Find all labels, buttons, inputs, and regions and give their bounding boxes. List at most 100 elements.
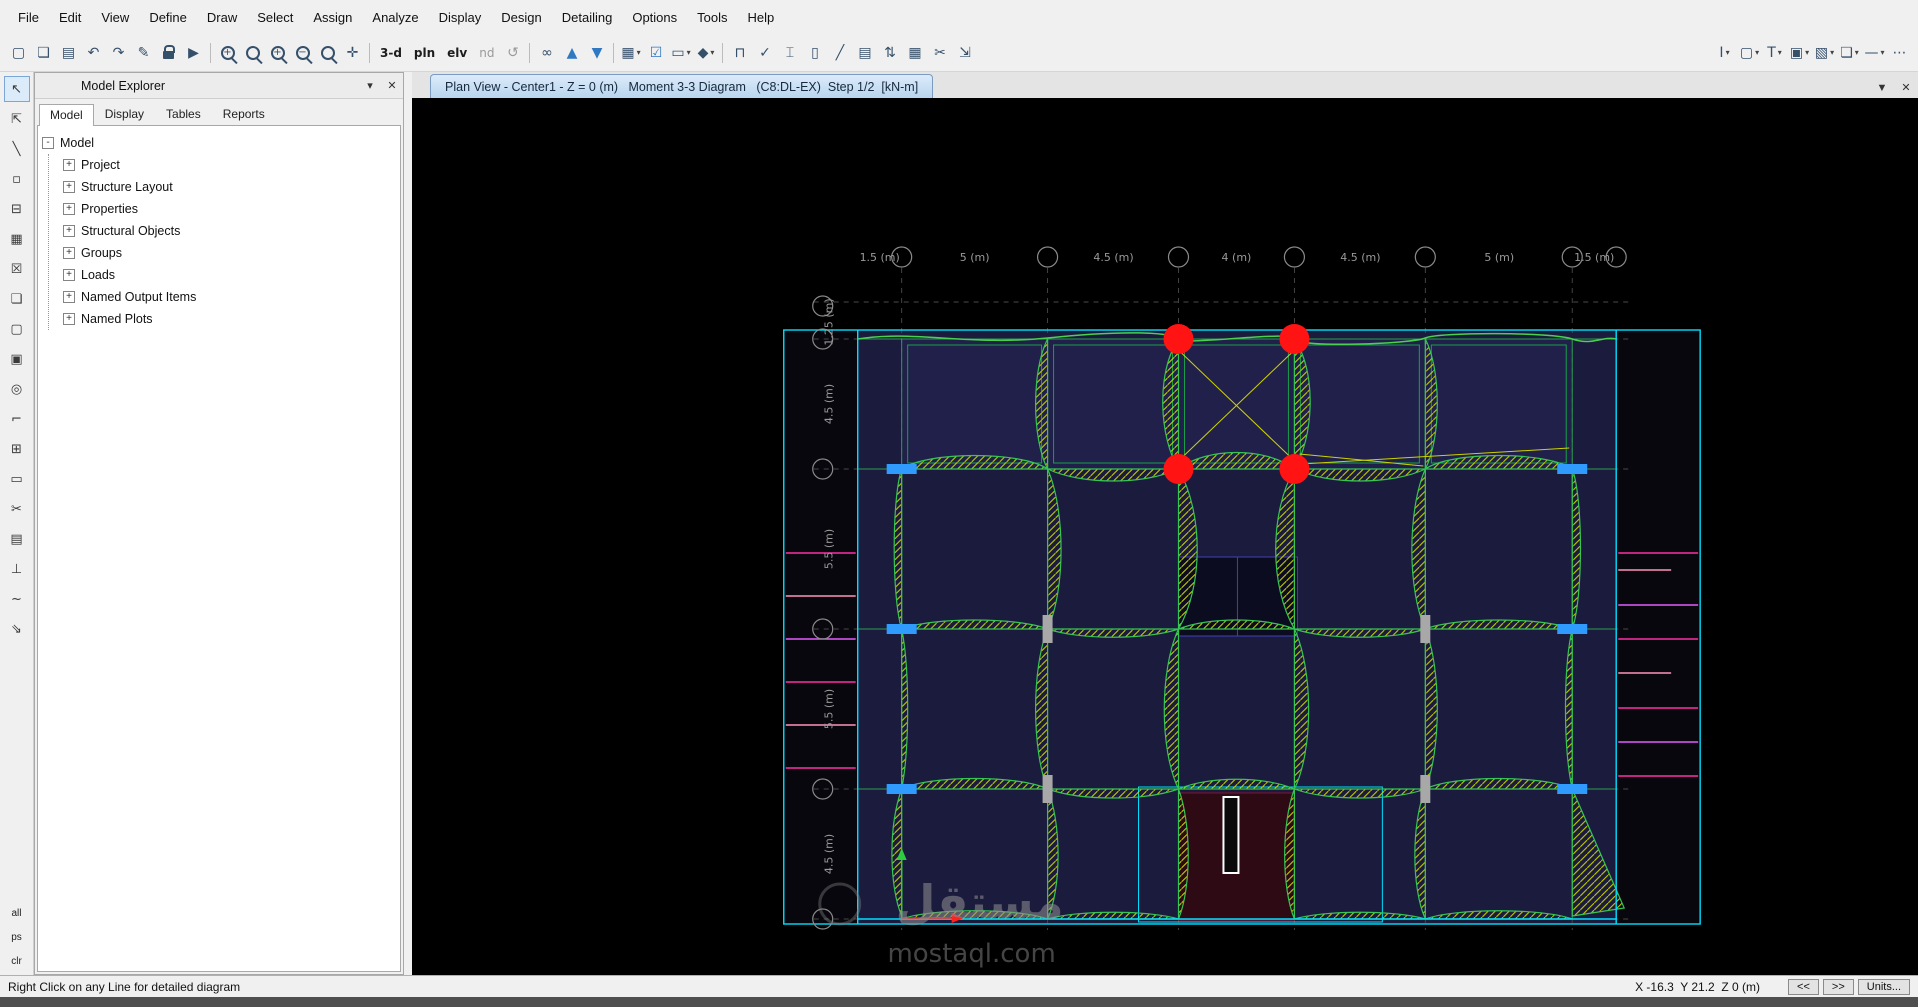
check-model-button[interactable]: ✓ (752, 40, 777, 66)
joint-marker[interactable] (1163, 454, 1194, 484)
cut-section-button[interactable]: ✂ (927, 40, 952, 66)
draw-wall-button[interactable]: ▭ (4, 466, 30, 492)
select-pointer-button[interactable]: ↖ (3, 76, 30, 102)
view-elevation-button[interactable]: elv (441, 40, 473, 66)
quick-draw-area-button[interactable]: ▣ (4, 346, 30, 372)
draw-portal-button[interactable]: ⊓ (727, 40, 752, 66)
menu-display[interactable]: Display (429, 6, 492, 29)
draw-joint-button[interactable]: ▫ (4, 166, 30, 192)
object-display-dropdown[interactable]: ▢ ▾ (1737, 40, 1762, 66)
expand-icon[interactable]: + (63, 225, 75, 237)
move-down-story-button[interactable]: ▼ (584, 40, 609, 66)
view-close-button[interactable]: ✕ (1894, 81, 1918, 94)
tree-node-structural-objects[interactable]: + Structural Objects (63, 220, 396, 242)
snap-curve-button[interactable]: ~ (4, 586, 30, 612)
draw-rect-area-button[interactable]: ▢ (4, 316, 30, 342)
zoom-in-button[interactable]: + (265, 40, 290, 66)
expand-icon[interactable]: + (63, 269, 75, 281)
select-all-button[interactable]: all (4, 903, 30, 923)
expand-icon[interactable]: + (63, 203, 75, 215)
menu-edit[interactable]: Edit (49, 6, 91, 29)
tree-node-named-plots[interactable]: + Named Plots (63, 308, 396, 330)
menu-assign[interactable]: Assign (303, 6, 362, 29)
line-style-dropdown[interactable]: — ▾ (1862, 40, 1887, 66)
expand-icon[interactable]: + (63, 313, 75, 325)
clear-display-button[interactable]: ☒ (4, 256, 30, 282)
tree-node-properties[interactable]: + Properties (63, 198, 396, 220)
joint-marker[interactable] (1279, 324, 1310, 354)
tab-model[interactable]: Model (39, 104, 94, 126)
draw-brace-button[interactable]: ╱ (827, 40, 852, 66)
model-canvas[interactable]: 1.5 (m) 5 (m) 4.5 (m) 4 (m) 4.5 (m) 5 (m… (412, 98, 1918, 975)
units-button[interactable]: Units... (1857, 978, 1910, 995)
menu-detailing[interactable]: Detailing (552, 6, 623, 29)
hatch-display-dropdown[interactable]: ▧ ▾ (1812, 40, 1837, 66)
run-analysis-button[interactable]: ▶ (181, 40, 206, 66)
clear-selection-button[interactable]: clr (4, 951, 30, 971)
shell-assign-dropdown[interactable]: ◆ ▾ (693, 40, 718, 66)
more-options-button[interactable]: ⋯ (1887, 40, 1912, 66)
plan-view-tab[interactable]: Plan View - Center1 - Z = 0 (m) Moment 3… (430, 74, 934, 98)
frame-display-dropdown[interactable]: ❏ ▾ (1837, 40, 1862, 66)
show-selection-button[interactable]: ☑ (643, 40, 668, 66)
panel-close-button[interactable]: ✕ (381, 79, 403, 92)
zoom-out-button[interactable]: − (290, 40, 315, 66)
frame-assign-dropdown[interactable]: ▭ ▾ (668, 40, 693, 66)
snap-corner-button[interactable]: ⌐ (4, 406, 30, 432)
menu-analyze[interactable]: Analyze (362, 6, 428, 29)
swap-updown-button[interactable]: ⇅ (877, 40, 902, 66)
menu-define[interactable]: Define (139, 6, 197, 29)
snap-target-button[interactable]: ◎ (4, 376, 30, 402)
menu-help[interactable]: Help (738, 6, 785, 29)
view-3d-button[interactable]: 3-d (374, 40, 408, 66)
next-step-button[interactable]: >> (1822, 978, 1854, 995)
joint-marker[interactable] (1163, 324, 1194, 354)
view-options-button[interactable]: ∞ (534, 40, 559, 66)
redo-button[interactable]: ↷ (106, 40, 131, 66)
divide-object-button[interactable]: ✂ (4, 496, 30, 522)
expand-icon[interactable]: + (63, 291, 75, 303)
fill-display-dropdown[interactable]: ▣ ▾ (1787, 40, 1812, 66)
draw-area-button[interactable]: ❏ (4, 286, 30, 312)
restore-full-view-button[interactable] (240, 40, 265, 66)
move-up-story-button[interactable]: ▲ (559, 40, 584, 66)
save-model-button[interactable]: ▤ (56, 40, 81, 66)
menu-tools[interactable]: Tools (687, 6, 737, 29)
menu-options[interactable]: Options (622, 6, 687, 29)
draw-column-button[interactable]: ▯ (802, 40, 827, 66)
menu-view[interactable]: View (91, 6, 139, 29)
edit-button[interactable]: ✎ (131, 40, 156, 66)
show-grid-table-button[interactable]: ▤ (4, 526, 30, 552)
label-options-dropdown[interactable]: T ▾ (1762, 40, 1787, 66)
lock-model-button[interactable] (156, 40, 181, 66)
tree-node-loads[interactable]: + Loads (63, 264, 396, 286)
tree-node-named-output-items[interactable]: + Named Output Items (63, 286, 396, 308)
previous-step-button[interactable]: << (1788, 978, 1819, 995)
previous-selection-button[interactable]: ps (4, 927, 30, 947)
menu-draw[interactable]: Draw (197, 6, 247, 29)
expand-icon[interactable]: + (63, 159, 75, 171)
tree-node-groups[interactable]: + Groups (63, 242, 396, 264)
mesh-options-button[interactable]: ▦ (902, 40, 927, 66)
snap-slope-button[interactable]: ⇘ (4, 616, 30, 642)
tree-node-project[interactable]: + Project (63, 154, 396, 176)
view-list-dropdown-button[interactable]: ▼ (1870, 82, 1894, 94)
stack-view-button[interactable]: ▤ (852, 40, 877, 66)
panel-dropdown-button[interactable]: ▾ (359, 79, 381, 92)
tree-node-structure-layout[interactable]: + Structure Layout (63, 176, 396, 198)
view-plan-button[interactable]: pln (408, 40, 441, 66)
new-model-button[interactable]: ▢ (6, 40, 31, 66)
snap-intersection-button[interactable]: ⊞ (4, 436, 30, 462)
text-display-dropdown[interactable]: I ▾ (1712, 40, 1737, 66)
menu-select[interactable]: Select (247, 6, 303, 29)
zoom-previous-button[interactable] (315, 40, 340, 66)
grid-options-button[interactable]: ▦ ▾ (618, 40, 643, 66)
joint-marker[interactable] (1279, 454, 1310, 484)
pan-button[interactable]: ✛ (340, 40, 365, 66)
draw-beam-button[interactable]: ⌶ (777, 40, 802, 66)
menu-design[interactable]: Design (491, 6, 551, 29)
collapse-icon[interactable]: - (42, 137, 54, 149)
snap-perpendicular-button[interactable]: ⊥ (4, 556, 30, 582)
select-box-button[interactable]: ⊟ (4, 196, 30, 222)
rubber-band-zoom-button[interactable]: + (215, 40, 240, 66)
